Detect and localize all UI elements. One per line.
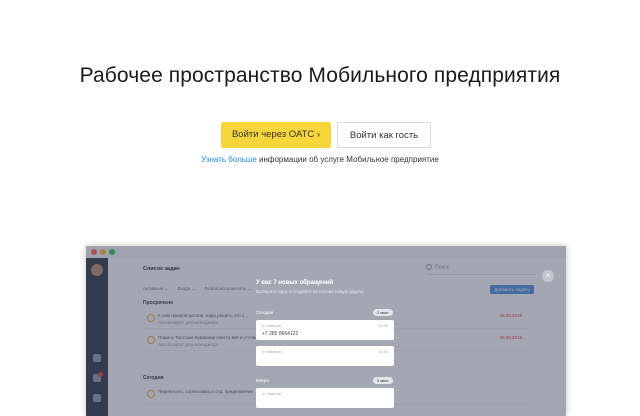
learn-more-link[interactable]: Узнать больше [201, 155, 257, 164]
call-number: +7 285 8664122 [262, 331, 299, 337]
learn-more-text: Узнать больше информации об услуге Мобил… [0, 155, 640, 164]
group-label: Вчера [256, 378, 269, 383]
overlay-subtitle: Выберите одну и создайте на основе новую… [256, 289, 364, 294]
app-preview-image: Список задач Поиск Активные ⌄ Входя ⌄ Лю… [86, 246, 566, 416]
call-time: 11:45 [378, 323, 388, 328]
calls-overlay: × У вас 7 новых обращений Выберите одну … [86, 246, 566, 416]
learn-more-rest: информации об услуге Мобильное предприят… [256, 155, 439, 164]
group-count: 3 звон. [373, 309, 393, 316]
login-oats-button[interactable]: Войти через ОАТС › [221, 122, 331, 148]
call-card: от Иванов 11:45 [256, 346, 394, 366]
call-card: от Иванов [256, 388, 394, 408]
login-guest-button[interactable]: Войти как гость [337, 122, 431, 148]
group-label: Сегодня [256, 310, 274, 315]
call-time: 11:45 [378, 349, 388, 354]
call-from: от Иванов [262, 349, 281, 354]
group-count: 3 звон. [373, 377, 393, 384]
page-title: Рабочее пространство Мобильного предприя… [79, 64, 561, 87]
overlay-title: У вас 7 новых обращений [256, 280, 334, 286]
close-icon: × [542, 270, 554, 282]
call-from: от Иванов [262, 391, 281, 396]
call-card: от Иванов +7 285 8664122 11:45 [256, 320, 394, 340]
call-from: от Иванов [262, 323, 281, 328]
